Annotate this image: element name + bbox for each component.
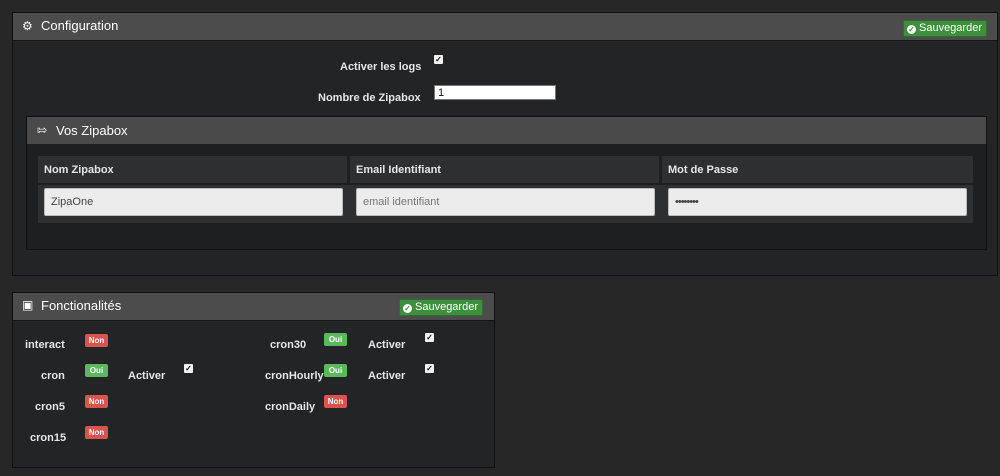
activate-checkbox-cron30[interactable]: ✓ bbox=[425, 333, 434, 342]
email-input[interactable]: email identifiant bbox=[356, 188, 655, 216]
activate-checkbox-cron[interactable]: ✓ bbox=[184, 364, 193, 373]
activate-checkbox-cronhourly[interactable]: ✓ bbox=[425, 364, 434, 373]
column-header-email: Email Identifiant bbox=[350, 156, 659, 183]
status-badge-cron: Oui bbox=[85, 364, 108, 377]
zipabox-header: ⇰ Vos Zipabox bbox=[27, 117, 986, 144]
feature-name-crondaily: cronDaily bbox=[265, 401, 316, 413]
zipabox-count-input[interactable]: 1 bbox=[434, 85, 556, 100]
activate-label-cronhourly: Activer bbox=[368, 370, 406, 382]
zipabox-count-label: Nombre de Zipabox bbox=[318, 92, 421, 104]
status-badge-crondaily: Non bbox=[324, 395, 347, 408]
status-badge-cron30: Oui bbox=[324, 333, 347, 346]
features-panel: ▣ Fonctionalités ✓ Sauvegarder interact N… bbox=[12, 292, 495, 468]
feature-name-cron30: cron30 bbox=[270, 339, 307, 351]
status-badge-cron15: Non bbox=[85, 426, 108, 439]
status-badge-cron5: Non bbox=[85, 395, 108, 408]
configuration-title: Configuration bbox=[41, 18, 119, 33]
feature-name-cron: cron bbox=[41, 370, 65, 382]
activate-label-cron: Activer bbox=[128, 370, 166, 382]
feature-name-cron15: cron15 bbox=[30, 432, 67, 444]
usb-icon: ⇰ bbox=[37, 123, 48, 137]
save-button[interactable]: ✓ Sauvegarder bbox=[903, 20, 987, 37]
column-header-name: Nom Zipabox bbox=[38, 156, 347, 183]
status-badge-cronhourly: Oui bbox=[324, 364, 347, 377]
check-circle-icon: ✓ bbox=[907, 25, 916, 34]
column-header-password: Mot de Passe bbox=[662, 156, 973, 183]
activate-logs-checkbox[interactable]: ✓ bbox=[434, 55, 443, 64]
password-input[interactable]: •••••••• bbox=[668, 188, 967, 216]
image-icon: ▣ bbox=[22, 298, 34, 312]
zipabox-name-input[interactable]: ZipaOne bbox=[44, 188, 343, 216]
feature-name-cronhourly: cronHourly bbox=[265, 370, 324, 382]
features-save-label: Sauvegarder bbox=[415, 301, 478, 313]
features-title: Fonctionalités bbox=[41, 298, 122, 313]
feature-name-interact: interact bbox=[25, 339, 65, 351]
feature-name-cron5: cron5 bbox=[35, 401, 65, 413]
features-header: ▣ Fonctionalités ✓ Sauvegarder bbox=[13, 293, 494, 321]
configuration-panel: ⚙ Configuration ✓ Sauvegarder Activer les… bbox=[12, 12, 998, 276]
activate-logs-label: Activer les logs bbox=[340, 61, 422, 73]
save-button-label: Sauvegarder bbox=[919, 22, 982, 34]
status-badge-interact: Non bbox=[85, 334, 108, 347]
zipabox-title: Vos Zipabox bbox=[56, 123, 128, 138]
gears-icon: ⚙ bbox=[22, 19, 33, 33]
check-circle-icon: ✓ bbox=[403, 304, 412, 313]
configuration-header: ⚙ Configuration ✓ Sauvegarder bbox=[13, 13, 997, 41]
activate-label-cron30: Activer bbox=[368, 339, 406, 351]
features-save-button[interactable]: ✓ Sauvegarder bbox=[399, 299, 483, 316]
zipabox-panel: ⇰ Vos Zipabox Nom Zipabox Email Identifi… bbox=[26, 116, 987, 250]
